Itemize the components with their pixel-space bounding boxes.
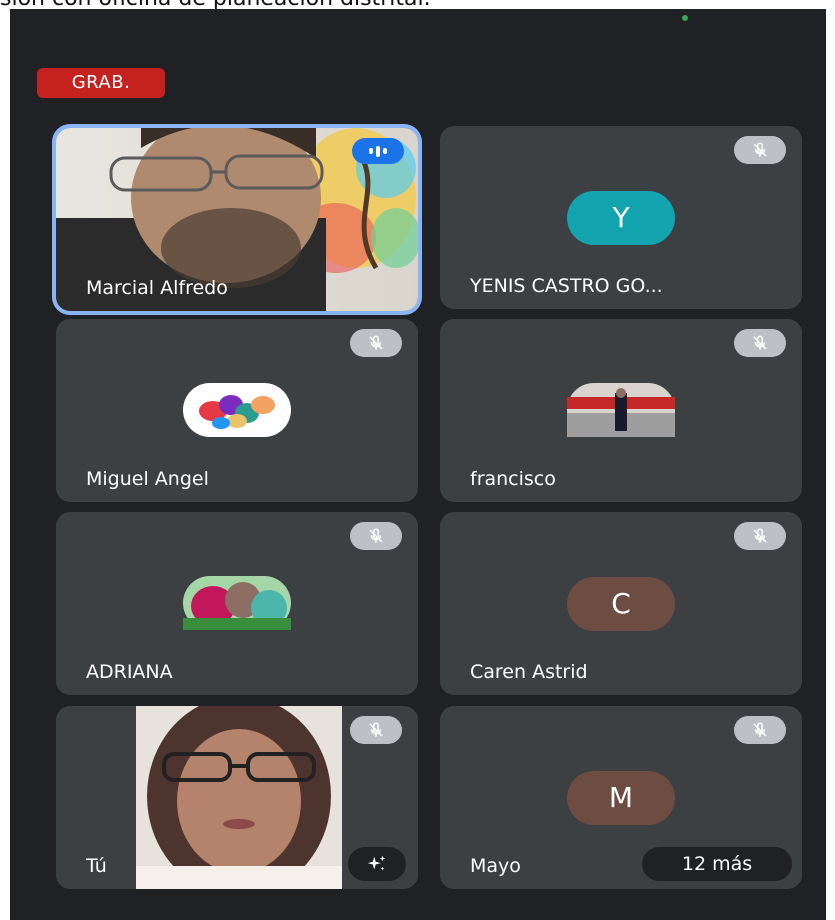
participant-name: Mayo	[470, 855, 521, 877]
mic-off-icon	[734, 522, 786, 550]
more-participants-button[interactable]: 12 más	[642, 847, 792, 881]
recording-badge: GRAB.	[37, 68, 165, 98]
participant-tile-yenis[interactable]: Y YENIS CASTRO GO...	[440, 126, 802, 309]
participant-name: Tú	[86, 855, 107, 877]
avatar-logo	[183, 383, 291, 437]
participant-tile-self[interactable]: Tú	[56, 706, 418, 889]
participant-name: francisco	[470, 468, 556, 490]
mic-off-icon	[734, 329, 786, 357]
mic-off-icon	[734, 716, 786, 744]
mic-off-icon	[350, 716, 402, 744]
avatar: Y	[567, 190, 675, 245]
avatar-photo	[183, 576, 291, 630]
participant-name: Marcial Alfredo	[86, 277, 228, 299]
participant-tile-adriana[interactable]: ADRIANA	[56, 512, 418, 695]
mic-off-icon	[734, 136, 786, 164]
participant-name: YENIS CASTRO GO...	[470, 275, 663, 297]
mic-off-icon	[350, 522, 402, 550]
participant-tile-francisco[interactable]: francisco	[440, 319, 802, 502]
avatar: C	[567, 576, 675, 631]
participant-tile-caren[interactable]: C Caren Astrid	[440, 512, 802, 695]
participant-name: Caren Astrid	[470, 661, 588, 683]
meet-screen: GRAB. Marcial Alfredo Y YENIS CASTRO GO.…	[10, 9, 826, 920]
sparkle-effects-icon[interactable]	[348, 847, 406, 881]
avatar-photo	[567, 383, 675, 437]
mic-off-icon	[350, 329, 402, 357]
participant-tile-miguel[interactable]: Miguel Angel	[56, 319, 418, 502]
participant-tile-marcial[interactable]: Marcial Alfredo	[56, 128, 418, 311]
participant-name: Miguel Angel	[86, 468, 209, 490]
camera-indicator-dot	[682, 15, 688, 21]
participant-tile-mayo[interactable]: M Mayo 12 más	[440, 706, 802, 889]
participant-name: ADRIANA	[86, 661, 173, 683]
avatar: M	[567, 770, 675, 825]
speaking-indicator-icon	[352, 138, 404, 164]
self-video	[136, 706, 342, 889]
